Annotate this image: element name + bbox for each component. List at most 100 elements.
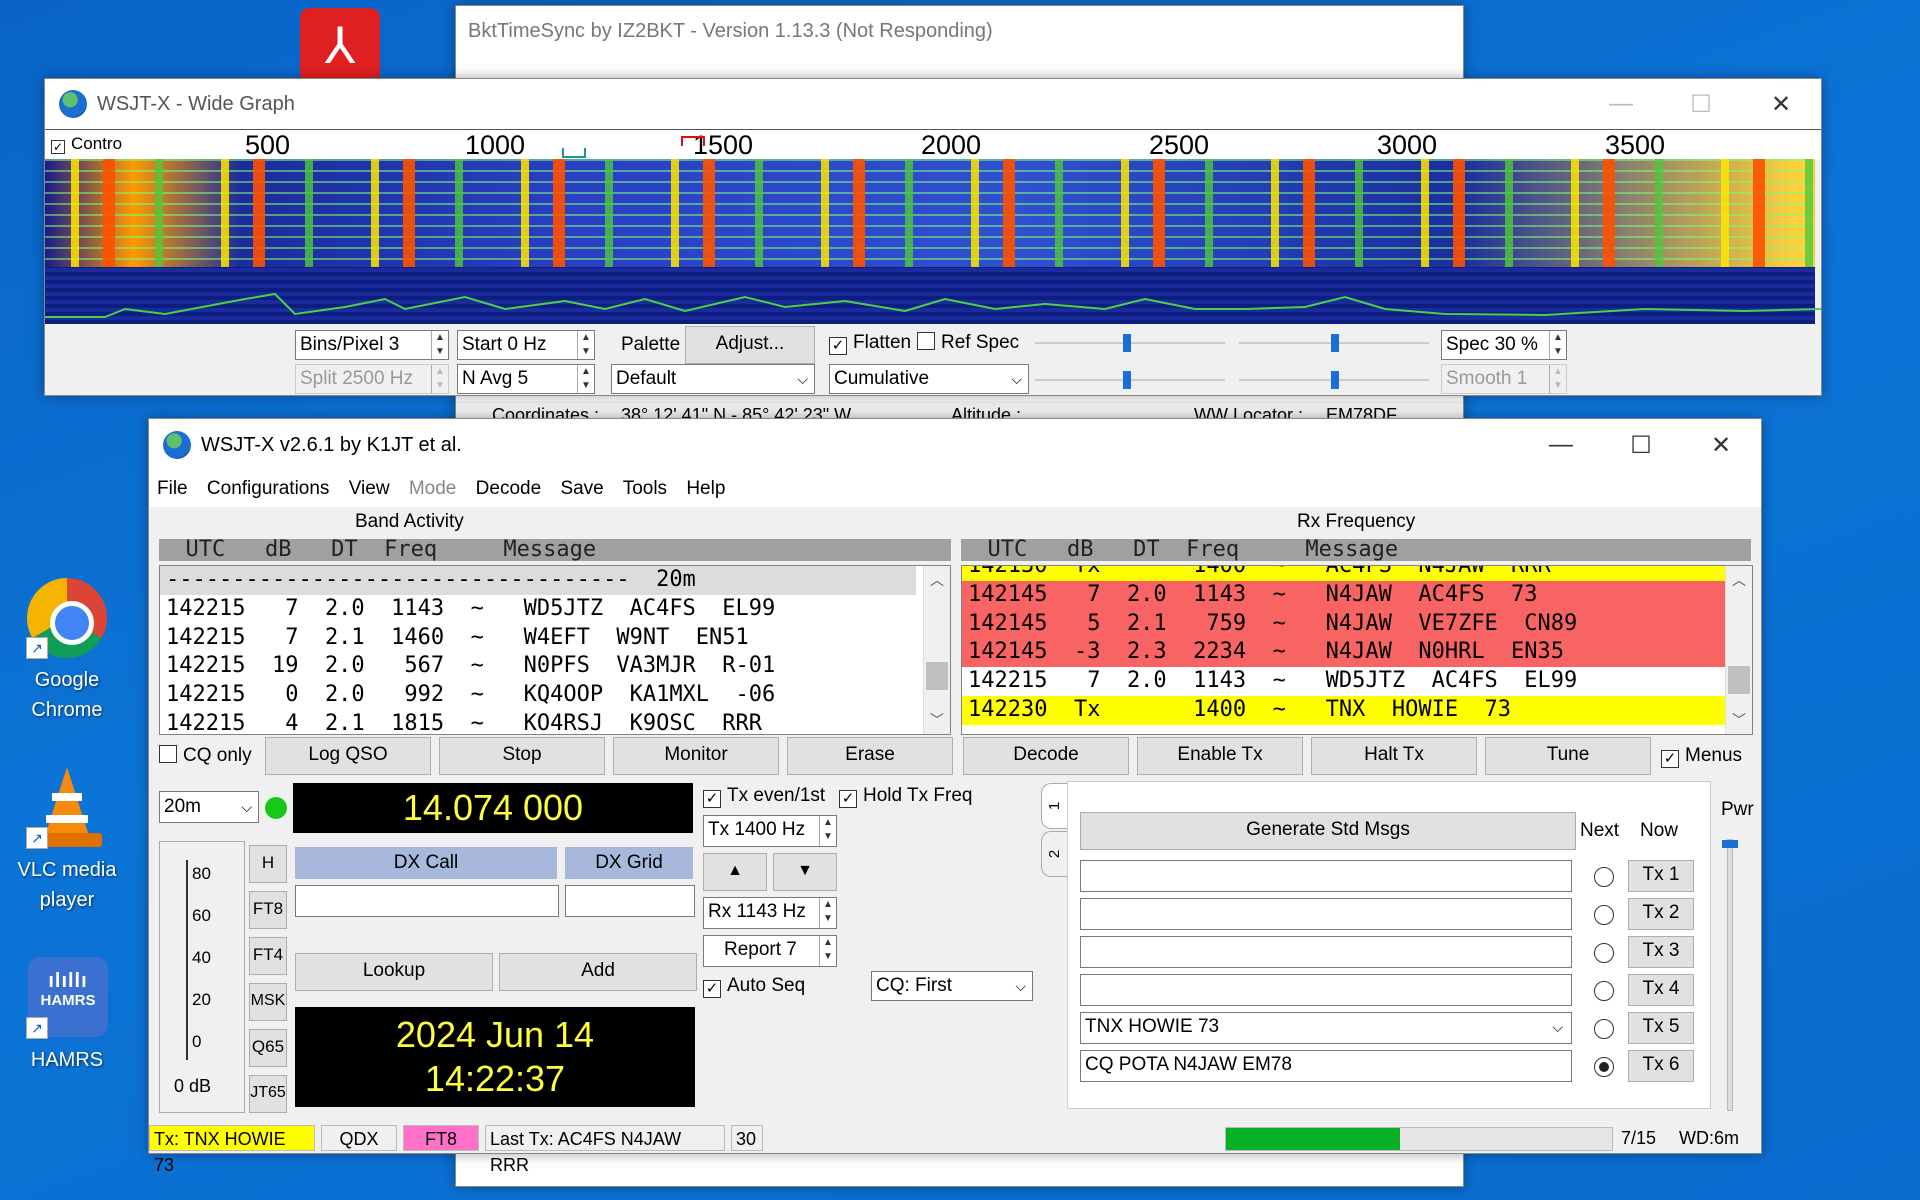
chevron-up-icon[interactable]: ︿ [924, 570, 950, 590]
gain-slider[interactable] [1035, 334, 1225, 352]
menu-tools[interactable]: Tools [623, 478, 667, 499]
erase-button[interactable]: Erase [787, 737, 953, 775]
tx4-now-button[interactable]: Tx 4 [1628, 974, 1694, 1006]
tx3-message-input[interactable] [1080, 936, 1572, 968]
desktop-icon-hamrs[interactable]: ılıllı HAMRS ↗ HAMRS [12, 955, 122, 1075]
spin-arrows-icon[interactable]: ▲ ▼ [1549, 331, 1566, 359]
report-spinbox[interactable]: Report 7 ▲ ▼ [703, 935, 837, 967]
tx5-next-radio[interactable] [1594, 1019, 1614, 1039]
list-item[interactable]: 142145 5 2.1 759 ~ N4JAW VE7ZFE CN89 [962, 609, 1752, 639]
mode-q65-button[interactable]: Q65 [249, 1029, 287, 1067]
chevron-down-icon[interactable]: ﹀ [924, 710, 950, 730]
rx-frequency-list[interactable]: 142130 Tx 1400 ~ AC4FS N4JAW RRR 142145 … [961, 565, 1753, 735]
tx4-next-radio[interactable] [1594, 981, 1614, 1001]
bins-per-pixel-spinbox[interactable]: Bins/Pixel 3 ▲ ▼ [295, 330, 449, 360]
minimize-button[interactable]: — [1521, 431, 1601, 460]
dial-frequency-display[interactable]: 14.074 000 [293, 783, 693, 833]
tune-button[interactable]: Tune [1485, 737, 1651, 775]
offset-slider[interactable] [1239, 371, 1429, 389]
menu-help[interactable]: Help [686, 478, 725, 499]
stop-button[interactable]: Stop [439, 737, 605, 775]
menu-view[interactable]: View [349, 478, 390, 499]
wide-graph-titlebar[interactable]: WSJT-X - Wide Graph — ☐ ✕ [45, 79, 1821, 129]
tx2-now-button[interactable]: Tx 2 [1628, 898, 1694, 930]
tx3-now-button[interactable]: Tx 3 [1628, 936, 1694, 968]
list-item[interactable]: 142215 19 2.0 567 ~ N0PFS VA3MJR R-01 [160, 652, 950, 681]
palette-select[interactable]: Default ⌵ [611, 364, 815, 394]
generate-std-msgs-button[interactable]: Generate Std Msgs [1080, 812, 1576, 850]
ref-spec-checkbox[interactable]: Ref Spec [917, 332, 1019, 354]
tx-to-rx-button[interactable]: ▲ [703, 853, 767, 891]
spin-arrows-icon[interactable]: ▲ ▼ [431, 331, 448, 359]
slope-slider[interactable] [1035, 371, 1225, 389]
tx5-now-button[interactable]: Tx 5 [1628, 1012, 1694, 1044]
dx-grid-input[interactable] [565, 885, 695, 917]
tx1-next-radio[interactable] [1594, 867, 1614, 887]
start-hz-spinbox[interactable]: Start 0 Hz ▲ ▼ [457, 330, 595, 360]
list-item[interactable]: 142215 0 2.0 992 ~ KQ4OOP KA1MXL -06 [160, 681, 950, 710]
tx3-next-radio[interactable] [1594, 943, 1614, 963]
power-slider[interactable] [1722, 839, 1738, 1111]
close-button[interactable]: ✕ [1741, 90, 1821, 119]
tx-even-checkbox[interactable]: ✓ Tx even/1st [703, 785, 825, 808]
spectrum-type-select[interactable]: Cumulative ⌵ [829, 364, 1029, 394]
monitor-button[interactable]: Monitor [613, 737, 779, 775]
lookup-button[interactable]: Lookup [295, 953, 493, 991]
log-qso-button[interactable]: Log QSO [265, 737, 431, 775]
tab-1[interactable]: 1 [1041, 783, 1068, 829]
mode-msk-button[interactable]: MSK [249, 983, 287, 1021]
spin-arrows-icon[interactable]: ▲ ▼ [819, 816, 836, 846]
flatten-checkbox[interactable]: ✓ Flatten [829, 332, 911, 355]
band-activity-list[interactable]: ----------------------------------- 20m … [159, 565, 951, 735]
bkttimesync-titlebar[interactable]: BktTimeSync by IZ2BKT - Version 1.13.3 (… [456, 6, 1463, 56]
maximize-button[interactable]: ☐ [1601, 431, 1681, 460]
rx-freq-spinbox[interactable]: Rx 1143 Hz ▲ ▼ [703, 897, 837, 929]
auto-seq-checkbox[interactable]: ✓ Auto Seq [703, 975, 805, 998]
list-item[interactable]: 142215 7 2.0 1143 ~ WD5JTZ AC4FS EL99 [160, 595, 950, 624]
list-item[interactable]: 142215 7 2.0 1143 ~ WD5JTZ AC4FS EL99 [962, 667, 1752, 696]
tx6-message-input[interactable]: CQ POTA N4JAW EM78 [1080, 1050, 1572, 1082]
desktop-icon-chrome[interactable]: ↗ Google Chrome [12, 575, 122, 725]
chevron-down-icon[interactable]: ﹀ [1726, 710, 1752, 730]
tx5-message-select[interactable]: TNX HOWIE 73 ⌵ [1080, 1012, 1572, 1044]
rx-frequency-scrollbar[interactable]: ︿ ﹀ [1725, 566, 1752, 734]
band-activity-scrollbar[interactable]: ︿ ﹀ [923, 566, 950, 734]
close-button[interactable]: ✕ [1681, 431, 1761, 460]
mode-jt65-button[interactable]: JT65 [249, 1075, 287, 1113]
spin-arrows-icon[interactable]: ▲ ▼ [577, 365, 594, 393]
maximize-button[interactable]: ☐ [1661, 90, 1741, 119]
minimize-button[interactable]: — [1581, 90, 1661, 119]
frequency-scale[interactable]: ✓ Contro 500 1000 1500 2000 2500 3000 350… [45, 129, 1821, 160]
menus-checkbox[interactable]: ✓ Menus [1661, 745, 1742, 768]
list-item[interactable]: 142230 Tx 1400 ~ TNX HOWIE 73 [962, 695, 1752, 725]
tx2-next-radio[interactable] [1594, 905, 1614, 925]
main-titlebar[interactable]: WSJT-X v2.6.1 by K1JT et al. — ☐ ✕ [149, 419, 1761, 471]
enable-tx-button[interactable]: Enable Tx [1137, 737, 1303, 775]
spec-percent-spinbox[interactable]: Spec 30 % ▲ ▼ [1441, 330, 1567, 360]
halt-tx-button[interactable]: Halt Tx [1311, 737, 1477, 775]
dx-call-input[interactable] [295, 885, 559, 917]
zero-slider[interactable] [1239, 334, 1429, 352]
menu-configurations[interactable]: Configurations [207, 478, 330, 499]
tx1-message-input[interactable] [1080, 860, 1572, 892]
mode-h-button[interactable]: H [249, 845, 287, 883]
wide-graph-window[interactable]: WSJT-X - Wide Graph — ☐ ✕ ✓ Contro 500 10… [44, 78, 1822, 396]
rx-to-tx-button[interactable]: ▼ [773, 853, 837, 891]
adjust-button[interactable]: Adjust... [685, 326, 815, 364]
mode-ft8-button[interactable]: FT8 [249, 891, 287, 929]
tx2-message-input[interactable] [1080, 898, 1572, 930]
tx1-now-button[interactable]: Tx 1 [1628, 860, 1694, 892]
list-item[interactable]: 142215 4 2.1 1815 ~ KO4RSJ K9OSC RRR [160, 710, 950, 734]
hold-tx-freq-checkbox[interactable]: ✓ Hold Tx Freq [839, 785, 972, 808]
tab-2[interactable]: 2 [1041, 831, 1068, 877]
controls-checkbox[interactable]: ✓ [51, 140, 65, 154]
chevron-up-icon[interactable]: ︿ [1726, 570, 1752, 590]
menu-save[interactable]: Save [560, 478, 603, 499]
mode-ft4-button[interactable]: FT4 [249, 937, 287, 975]
decode-button[interactable]: Decode [963, 737, 1129, 775]
list-item[interactable]: 142130 Tx 1400 ~ AC4FS N4JAW RRR [962, 566, 1752, 581]
menu-mode[interactable]: Mode [409, 478, 457, 499]
tx6-next-radio[interactable] [1594, 1057, 1614, 1077]
tx6-now-button[interactable]: Tx 6 [1628, 1050, 1694, 1082]
desktop-icon-vlc[interactable]: ↗ VLC media player [12, 765, 122, 915]
